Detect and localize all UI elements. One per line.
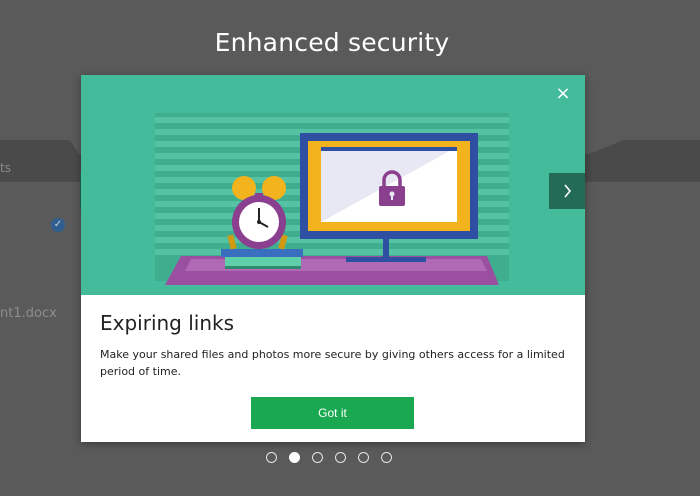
hero-illustration: ×: [81, 75, 585, 295]
background-file-name: nt1.docx: [0, 306, 57, 321]
slide-description: Make your shared files and photos more s…: [100, 348, 565, 378]
page-headline: Enhanced security: [214, 28, 450, 57]
got-it-button[interactable]: Got it: [251, 397, 414, 429]
chevron-right-icon: [564, 184, 572, 198]
carousel-pager: [266, 452, 392, 466]
background-tab-label: ts: [0, 161, 11, 175]
book-stack: [221, 249, 303, 269]
close-button[interactable]: ×: [555, 83, 571, 104]
pager-dot-6[interactable]: [381, 452, 392, 463]
slide-title: Expiring links: [100, 311, 235, 335]
pager-dot-3[interactable]: [312, 452, 323, 463]
dialog-content: Expiring links Make your shared files an…: [100, 311, 570, 380]
pager-dot-4[interactable]: [335, 452, 346, 463]
close-icon: ×: [555, 83, 571, 104]
pager-dot-1[interactable]: [266, 452, 277, 463]
desk-illustration: [155, 113, 509, 285]
onboarding-dialog: × Expiring links Make your shared files …: [81, 75, 585, 442]
next-slide-button[interactable]: [549, 173, 585, 209]
background-check-badge: ✓: [51, 218, 65, 232]
pager-dot-5[interactable]: [358, 452, 369, 463]
pager-dot-2-active[interactable]: [289, 452, 300, 463]
